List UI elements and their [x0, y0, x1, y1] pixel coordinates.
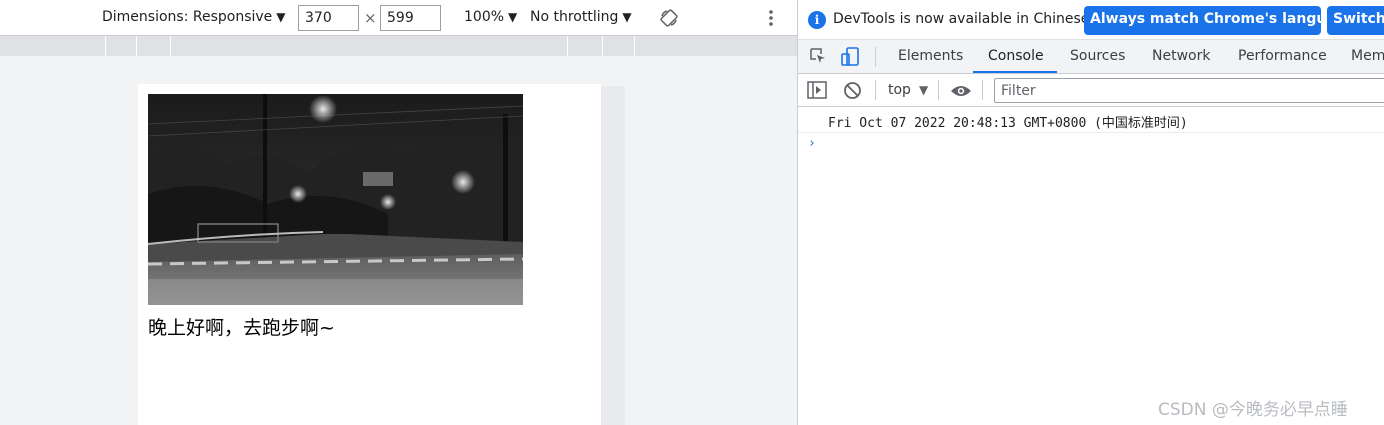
tab-console[interactable]: Console: [988, 48, 1044, 64]
console-toolbar: top ▼: [798, 74, 1384, 107]
infobar-message: DevTools is now available in Chinese!: [833, 11, 1095, 27]
media-query-segment[interactable]: [170, 36, 171, 56]
always-match-language-button[interactable]: Always match Chrome's language: [1084, 6, 1321, 35]
media-query-segment[interactable]: [136, 36, 137, 56]
context-label: top: [888, 82, 911, 98]
resize-handle[interactable]: [601, 86, 625, 425]
toolbar-divider: [875, 47, 876, 67]
device-toolbar: Dimensions: Responsive▼ × 100%▼ No throt…: [0, 0, 797, 36]
console-prompt-icon[interactable]: ›: [808, 136, 816, 151]
tab-network[interactable]: Network: [1152, 48, 1210, 64]
clear-console-icon[interactable]: [843, 81, 862, 100]
watermark: CSDN @今晚务必早点睡: [1158, 400, 1348, 420]
tab-memory[interactable]: Mem: [1351, 48, 1384, 64]
screen: Dimensions: Responsive▼ × 100%▼ No throt…: [0, 0, 1384, 425]
tab-sources[interactable]: Sources: [1070, 48, 1125, 64]
tab-elements[interactable]: Elements: [898, 48, 963, 64]
media-query-segment[interactable]: [567, 36, 568, 56]
info-icon: i: [808, 11, 826, 29]
device-emulation-pane: Dimensions: Responsive▼ × 100%▼ No throt…: [0, 0, 797, 425]
zoom-label: 100%: [464, 9, 505, 25]
rotate-icon[interactable]: [659, 8, 679, 28]
media-query-segment[interactable]: [634, 36, 635, 56]
throttling-dropdown[interactable]: No throttling ▼: [530, 9, 632, 25]
page-viewport: 晚上好啊，去跑步啊~: [138, 84, 601, 425]
eye-icon[interactable]: [950, 83, 972, 99]
device-toggle-icon[interactable]: [840, 46, 862, 68]
console-log-row: Fri Oct 07 2022 20:48:13 GMT+0800 (中国标准时…: [798, 108, 1384, 133]
active-tab-indicator: [973, 71, 1057, 73]
more-options-icon[interactable]: [767, 9, 775, 27]
throttling-label: No throttling: [530, 9, 619, 25]
night-street-image: [148, 94, 523, 305]
sidebar-toggle-icon[interactable]: [807, 81, 827, 99]
toolbar-divider: [875, 80, 876, 100]
toolbar-divider: [982, 80, 983, 100]
chevron-down-icon: ▼: [918, 83, 929, 97]
page-caption: 晚上好啊，去跑步啊~: [148, 317, 335, 339]
chevron-down-icon: ▼: [508, 10, 518, 24]
devtools-tabbar: Elements Console Sources Network Perform…: [798, 40, 1384, 74]
chevron-down-icon: ▼: [276, 10, 286, 24]
switch-language-button[interactable]: Switch D: [1327, 6, 1384, 35]
language-infobar: i DevTools is now available in Chinese! …: [798, 0, 1384, 40]
context-selector[interactable]: top ▼: [888, 82, 928, 98]
tab-performance[interactable]: Performance: [1238, 48, 1327, 64]
width-input[interactable]: [298, 5, 359, 31]
toolbar-divider: [938, 80, 939, 100]
devtools-panel: i DevTools is now available in Chinese! …: [797, 0, 1384, 425]
media-query-segment[interactable]: [105, 36, 106, 56]
chevron-down-icon: ▼: [622, 10, 632, 24]
dimensions-dropdown[interactable]: Dimensions: Responsive ▼: [102, 9, 286, 25]
console-filter-input[interactable]: [994, 78, 1384, 103]
zoom-dropdown[interactable]: 100% ▼: [464, 9, 517, 25]
dimensions-label: Dimensions: Responsive: [102, 9, 273, 25]
media-query-bar: [0, 36, 797, 56]
inspect-element-icon[interactable]: [808, 46, 828, 66]
media-query-segment[interactable]: [602, 36, 603, 56]
times-sign: ×: [364, 9, 377, 27]
console-log-message: Fri Oct 07 2022 20:48:13 GMT+0800 (中国标准时…: [828, 116, 1188, 131]
height-input[interactable]: [380, 5, 441, 31]
